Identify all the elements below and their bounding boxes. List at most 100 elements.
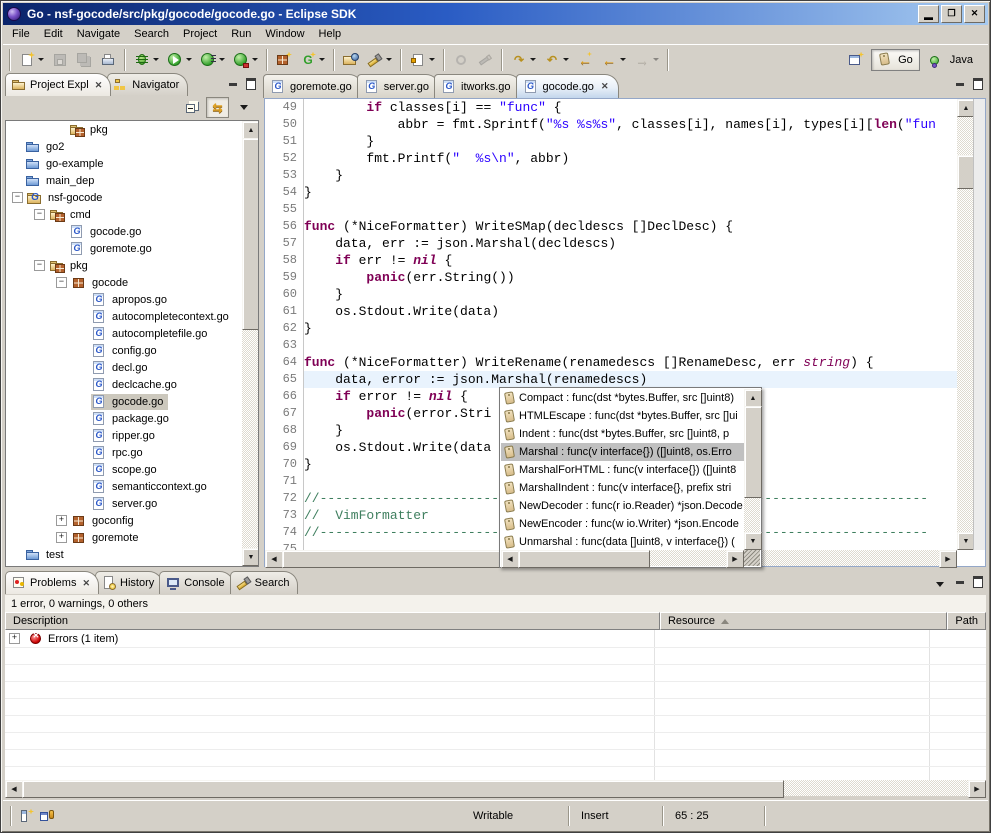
tree-item-go2[interactable]: go2 (6, 138, 242, 155)
close-button[interactable]: ✕ (964, 5, 985, 23)
tree-item-autocompletecontext-go[interactable]: Gautocompletecontext.go (6, 308, 242, 325)
project-tree[interactable]: pkggo2go-examplemain_dep−Gnsf-gocode−cmd… (6, 121, 242, 566)
menu-navigate[interactable]: Navigate (71, 26, 128, 43)
tree-scroll-thumb[interactable] (242, 138, 259, 330)
tree-item-gocode[interactable]: −gocode (6, 274, 242, 291)
scroll-down-icon[interactable]: ▼ (242, 548, 259, 566)
scroll-left-icon[interactable]: ◀ (501, 550, 519, 568)
autocomplete-item[interactable]: HTMLEscape : func(dst *bytes.Buffer, src… (501, 407, 744, 425)
view-tab-console[interactable]: Console (159, 571, 233, 594)
popup-scroll-thumb[interactable] (744, 406, 762, 498)
run-button[interactable] (163, 47, 196, 73)
tree-item-declcache-go[interactable]: Gdeclcache.go (6, 376, 242, 393)
editor-minimize-icon[interactable] (953, 78, 967, 90)
collapse-all-button[interactable] (180, 97, 203, 118)
menu-run[interactable]: Run (225, 26, 259, 43)
view-menu-button[interactable] (232, 97, 255, 118)
view-tab-history[interactable]: History (95, 571, 163, 594)
external-tools-button[interactable] (229, 47, 262, 73)
scroll-left-icon[interactable]: ◀ (5, 780, 23, 798)
new-go-type-button[interactable]: G (296, 47, 329, 73)
scroll-right-icon[interactable]: ▶ (939, 550, 957, 568)
tab-close-icon[interactable]: ✕ (95, 80, 103, 91)
view-tab-navigator[interactable]: Navigator (107, 73, 188, 96)
view-tab-problems[interactable]: Problems✕ (5, 571, 99, 594)
bottom-minimize-icon[interactable] (953, 576, 967, 588)
tab-close-icon[interactable]: ✕ (82, 578, 90, 589)
problems-hscroll-thumb[interactable] (22, 780, 784, 798)
autocomplete-item[interactable]: MarshalForHTML : func(v interface{}) ([]… (501, 461, 744, 479)
tree-item-server-go[interactable]: Gserver.go (6, 495, 242, 512)
dropdown-arrow-icon[interactable] (653, 58, 659, 61)
tree-item-goconfig[interactable]: +goconfig (6, 512, 242, 529)
menu-edit[interactable]: Edit (38, 26, 71, 43)
column-header-description[interactable]: Description (5, 612, 660, 630)
run-configurations-button[interactable] (196, 47, 229, 73)
problems-table[interactable]: +Errors (1 item) (5, 630, 986, 780)
tree-item-goremote-go[interactable]: Ggoremote.go (6, 240, 242, 257)
tree-item-cmd[interactable]: −cmd (6, 206, 242, 223)
menu-file[interactable]: File (6, 26, 38, 43)
tree-item-go-example[interactable]: go-example (6, 155, 242, 172)
scroll-right-icon[interactable]: ▶ (968, 780, 986, 798)
popup-horizontal-scrollbar[interactable]: ◀ ▶ (501, 550, 744, 566)
open-perspective-button[interactable] (844, 47, 868, 73)
tree-item-rpc-go[interactable]: Grpc.go (6, 444, 242, 461)
autocomplete-item[interactable]: Indent : func(dst *bytes.Buffer, src []u… (501, 425, 744, 443)
bottom-maximize-icon[interactable] (971, 576, 985, 588)
dropdown-arrow-icon[interactable] (219, 58, 225, 61)
next-annotation-button[interactable]: ↷ (507, 47, 540, 73)
column-header-resource[interactable]: Resource (660, 612, 947, 630)
popup-resize-grip[interactable] (744, 550, 760, 566)
new-go-project-button[interactable] (272, 47, 296, 73)
dropdown-arrow-icon[interactable] (530, 58, 536, 61)
scroll-down-icon[interactable]: ▼ (744, 532, 762, 550)
previous-annotation-button[interactable]: ↶ (540, 47, 573, 73)
popup-vertical-scrollbar[interactable]: ▲ ▼ (744, 389, 760, 550)
dropdown-arrow-icon[interactable] (186, 58, 192, 61)
tree-item-test[interactable]: test (6, 546, 242, 563)
dropdown-arrow-icon[interactable] (620, 58, 626, 61)
expand-icon[interactable]: + (56, 532, 67, 543)
tab-close-icon[interactable]: ✕ (601, 81, 609, 92)
debug-button[interactable] (130, 47, 163, 73)
perspective-go-button[interactable]: Go (871, 49, 920, 71)
tree-vertical-scrollbar[interactable]: ▲ ▼ (242, 121, 258, 566)
problems-row[interactable]: +Errors (1 item) (5, 630, 986, 648)
expand-icon[interactable]: + (9, 633, 20, 644)
print-button[interactable] (96, 47, 120, 73)
autocomplete-item[interactable]: Compact : func(dst *bytes.Buffer, src []… (501, 389, 744, 407)
dropdown-arrow-icon[interactable] (153, 58, 159, 61)
scroll-right-icon[interactable]: ▶ (726, 550, 744, 568)
editor-tab-goremote-go[interactable]: Ggoremote.go (263, 74, 363, 98)
view-tab-project-expl[interactable]: Project Expl✕ (5, 73, 111, 96)
bottom-view-menu-icon[interactable] (931, 576, 949, 592)
new-wizard-button[interactable] (15, 47, 48, 73)
editor-tab-itworks-go[interactable]: Gitworks.go (434, 74, 522, 98)
collapse-icon[interactable]: − (34, 209, 45, 220)
show-view-icon[interactable] (39, 808, 55, 824)
tree-item-nsf-gocode[interactable]: −Gnsf-gocode (6, 189, 242, 206)
expand-icon[interactable]: + (56, 515, 67, 526)
code-editor[interactable]: 4950515253545556575859606162636465666768… (264, 98, 986, 567)
annotations-button[interactable] (406, 47, 439, 73)
dropdown-arrow-icon[interactable] (563, 58, 569, 61)
editor-vertical-scrollbar[interactable]: ▲ ▼ (957, 99, 973, 550)
tree-item-apropos-go[interactable]: Gapropos.go (6, 291, 242, 308)
open-resource-button[interactable] (339, 47, 363, 73)
tree-item-autocompletefile-go[interactable]: Gautocompletefile.go (6, 325, 242, 342)
autocomplete-item[interactable]: Marshal : func(v interface{}) ([]uint8, … (501, 443, 744, 461)
column-header-path[interactable]: Path (947, 612, 986, 630)
tree-item-main-dep[interactable]: main_dep (6, 172, 242, 189)
dropdown-arrow-icon[interactable] (429, 58, 435, 61)
autocomplete-item[interactable]: NewDecoder : func(r io.Reader) *json.Dec… (501, 497, 744, 515)
tree-item-config-go[interactable]: Gconfig.go (6, 342, 242, 359)
collapse-icon[interactable]: − (12, 192, 23, 203)
autocomplete-list[interactable]: Compact : func(dst *bytes.Buffer, src []… (501, 389, 744, 550)
back-button[interactable]: ← (597, 47, 630, 73)
link-with-editor-button[interactable]: ⇆ (206, 97, 229, 118)
dropdown-arrow-icon[interactable] (252, 58, 258, 61)
autocomplete-item[interactable]: Unmarshal : func(data []uint8, v interfa… (501, 533, 744, 550)
scroll-left-icon[interactable]: ◀ (265, 550, 283, 568)
tree-item-scope-go[interactable]: Gscope.go (6, 461, 242, 478)
